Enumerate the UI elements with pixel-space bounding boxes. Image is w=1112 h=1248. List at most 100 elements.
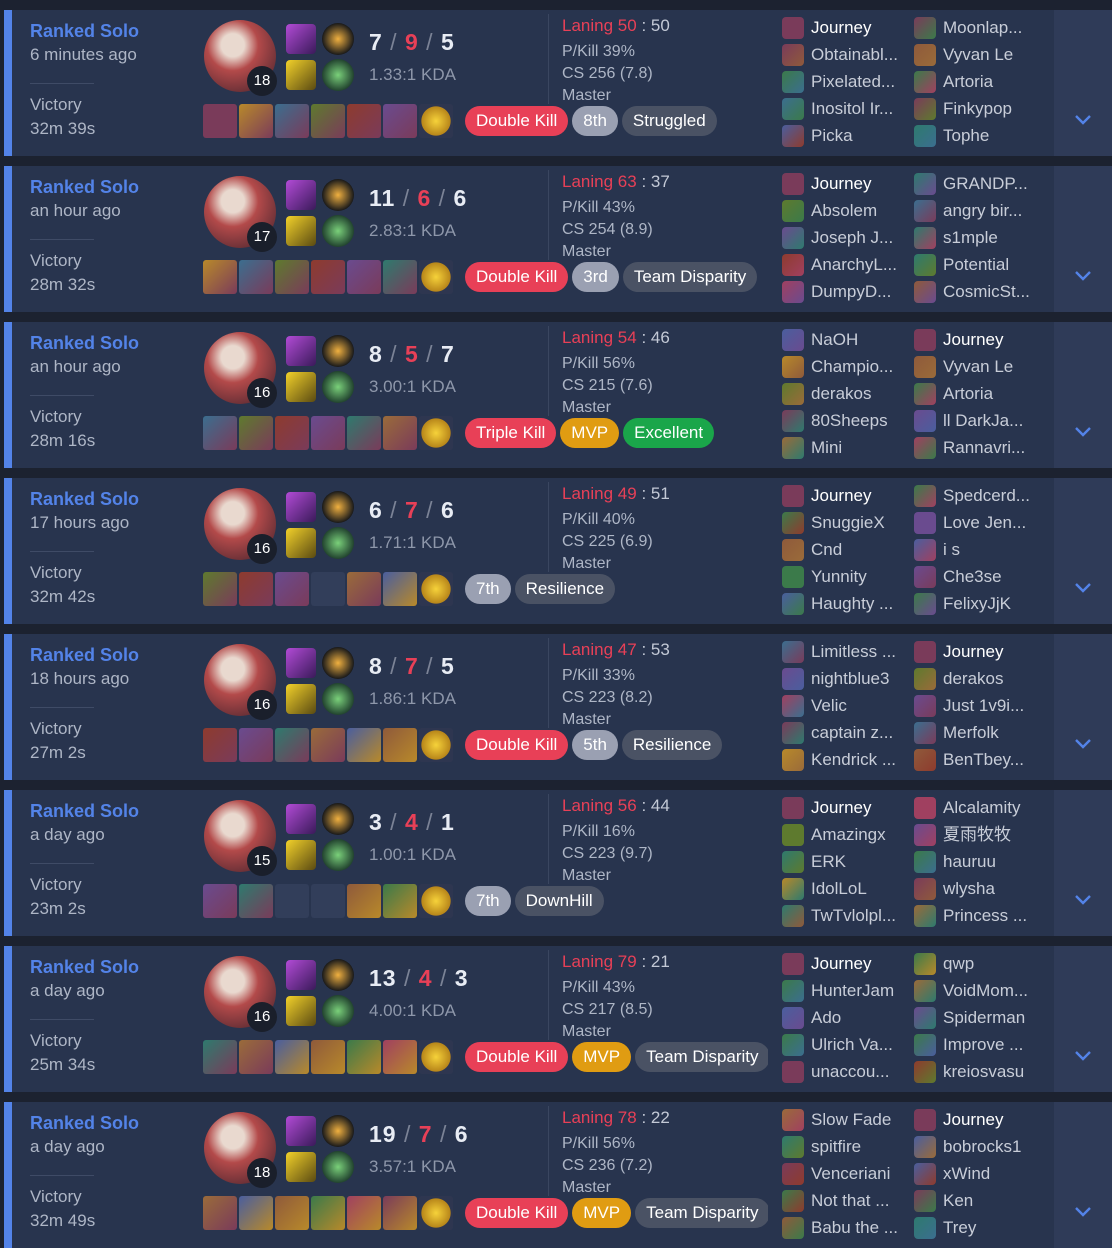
item-icon[interactable] bbox=[203, 260, 237, 294]
item-icon[interactable] bbox=[383, 728, 417, 762]
player-row[interactable]: Amazingx bbox=[782, 821, 912, 848]
ignite-icon[interactable] bbox=[286, 60, 316, 90]
player-name[interactable]: hauruu bbox=[943, 848, 1043, 875]
flash-icon[interactable] bbox=[286, 24, 316, 54]
player-name[interactable]: Moonlap... bbox=[943, 14, 1043, 41]
player-row[interactable]: s1mple bbox=[914, 224, 1044, 251]
item-icon[interactable] bbox=[203, 1040, 237, 1074]
item-icon[interactable] bbox=[383, 1040, 417, 1074]
player-row[interactable]: Babu the ... bbox=[782, 1214, 912, 1241]
player-name[interactable]: Kendrick ... bbox=[811, 746, 911, 773]
resolve-icon[interactable] bbox=[322, 683, 354, 715]
item-icon[interactable] bbox=[239, 1196, 273, 1230]
player-name[interactable]: Princess ... bbox=[943, 902, 1043, 929]
player-row[interactable]: Tophe bbox=[914, 122, 1044, 149]
player-row[interactable]: nightblue3 bbox=[782, 665, 912, 692]
player-row[interactable]: Finkypop bbox=[914, 95, 1044, 122]
player-row[interactable]: derakos bbox=[914, 665, 1044, 692]
player-row[interactable]: Ulrich Va... bbox=[782, 1031, 912, 1058]
player-row[interactable]: Journey bbox=[782, 170, 912, 197]
player-name[interactable]: angry bir... bbox=[943, 197, 1043, 224]
player-name[interactable]: s1mple bbox=[943, 224, 1043, 251]
player-name[interactable]: Ado bbox=[811, 1004, 911, 1031]
player-row[interactable]: Absolem bbox=[782, 197, 912, 224]
ignite-icon[interactable] bbox=[286, 1152, 316, 1182]
player-row[interactable]: Journey bbox=[782, 482, 912, 509]
player-row[interactable]: HunterJam bbox=[782, 977, 912, 1004]
item-icon[interactable] bbox=[239, 104, 273, 138]
player-name[interactable]: Just 1v9i... bbox=[943, 692, 1043, 719]
item-icon[interactable] bbox=[275, 572, 309, 606]
player-name[interactable]: Improve ... bbox=[943, 1031, 1043, 1058]
player-row[interactable]: Merfolk bbox=[914, 719, 1044, 746]
player-name[interactable]: AnarchyL... bbox=[811, 251, 911, 278]
player-name[interactable]: Journey bbox=[811, 170, 911, 197]
player-row[interactable]: Mini bbox=[782, 434, 912, 461]
player-row[interactable]: Joseph J... bbox=[782, 224, 912, 251]
player-row[interactable]: Artoria bbox=[914, 380, 1044, 407]
ignite-icon[interactable] bbox=[286, 372, 316, 402]
player-name[interactable]: Artoria bbox=[943, 380, 1043, 407]
item-icon[interactable] bbox=[239, 1040, 273, 1074]
player-row[interactable]: Artoria bbox=[914, 68, 1044, 95]
player-row[interactable]: 夏雨牧牧 bbox=[914, 821, 1044, 848]
item-icon[interactable] bbox=[239, 572, 273, 606]
player-row[interactable]: i s bbox=[914, 536, 1044, 563]
player-row[interactable]: Journey bbox=[914, 326, 1044, 353]
player-row[interactable]: SnuggieX bbox=[782, 509, 912, 536]
player-name[interactable]: SnuggieX bbox=[811, 509, 911, 536]
player-row[interactable]: Love Jen... bbox=[914, 509, 1044, 536]
electrocute-icon[interactable] bbox=[322, 23, 354, 55]
item-icon[interactable] bbox=[239, 884, 273, 918]
player-row[interactable]: wlysha bbox=[914, 875, 1044, 902]
player-name[interactable]: i s bbox=[943, 536, 1043, 563]
player-name[interactable]: Journey bbox=[811, 794, 911, 821]
player-row[interactable]: Spiderman bbox=[914, 1004, 1044, 1031]
player-name[interactable]: Amazingx bbox=[811, 821, 911, 848]
inspiration-icon[interactable] bbox=[322, 527, 354, 559]
resolve-icon[interactable] bbox=[322, 215, 354, 247]
ignite-icon[interactable] bbox=[286, 684, 316, 714]
player-row[interactable]: NaOH bbox=[782, 326, 912, 353]
expand-button[interactable] bbox=[1054, 322, 1112, 468]
player-name[interactable]: IdolLoL bbox=[811, 875, 911, 902]
player-name[interactable]: spitfire bbox=[811, 1133, 911, 1160]
inspiration-icon[interactable] bbox=[322, 839, 354, 871]
item-icon[interactable] bbox=[347, 572, 381, 606]
player-row[interactable]: Inositol Ir... bbox=[782, 95, 912, 122]
item-icon[interactable] bbox=[311, 1196, 345, 1230]
player-name[interactable]: Yunnity bbox=[811, 563, 911, 590]
player-row[interactable]: Princess ... bbox=[914, 902, 1044, 929]
player-name[interactable]: Journey bbox=[811, 950, 911, 977]
dark-harvest-icon[interactable] bbox=[322, 335, 354, 367]
item-icon[interactable] bbox=[347, 1040, 381, 1074]
player-row[interactable]: Moonlap... bbox=[914, 14, 1044, 41]
expand-button[interactable] bbox=[1054, 946, 1112, 1092]
ghost-icon[interactable] bbox=[286, 336, 316, 366]
player-row[interactable]: captain z... bbox=[782, 719, 912, 746]
ignite-icon[interactable] bbox=[286, 216, 316, 246]
player-row[interactable]: Che3se bbox=[914, 563, 1044, 590]
player-row[interactable]: unaccou... bbox=[782, 1058, 912, 1085]
item-icon[interactable] bbox=[203, 1196, 237, 1230]
trinket-icon[interactable] bbox=[419, 884, 453, 918]
player-row[interactable]: derakos bbox=[782, 380, 912, 407]
item-icon[interactable] bbox=[203, 416, 237, 450]
item-icon[interactable] bbox=[383, 572, 417, 606]
trinket-icon[interactable] bbox=[419, 416, 453, 450]
player-row[interactable]: GRANDP... bbox=[914, 170, 1044, 197]
conqueror-icon[interactable] bbox=[322, 647, 354, 679]
item-icon[interactable] bbox=[347, 104, 381, 138]
player-row[interactable]: Slow Fade bbox=[782, 1106, 912, 1133]
player-row[interactable]: AnarchyL... bbox=[782, 251, 912, 278]
player-row[interactable]: Journey bbox=[914, 638, 1044, 665]
player-name[interactable]: Journey bbox=[943, 638, 1043, 665]
player-name[interactable]: Absolem bbox=[811, 197, 911, 224]
player-row[interactable]: Potential bbox=[914, 251, 1044, 278]
player-row[interactable]: Velic bbox=[782, 692, 912, 719]
item-icon[interactable] bbox=[239, 416, 273, 450]
item-icon[interactable] bbox=[203, 728, 237, 762]
trinket-icon[interactable] bbox=[419, 728, 453, 762]
item-icon[interactable] bbox=[311, 260, 345, 294]
player-name[interactable]: 夏雨牧牧 bbox=[943, 821, 1043, 848]
